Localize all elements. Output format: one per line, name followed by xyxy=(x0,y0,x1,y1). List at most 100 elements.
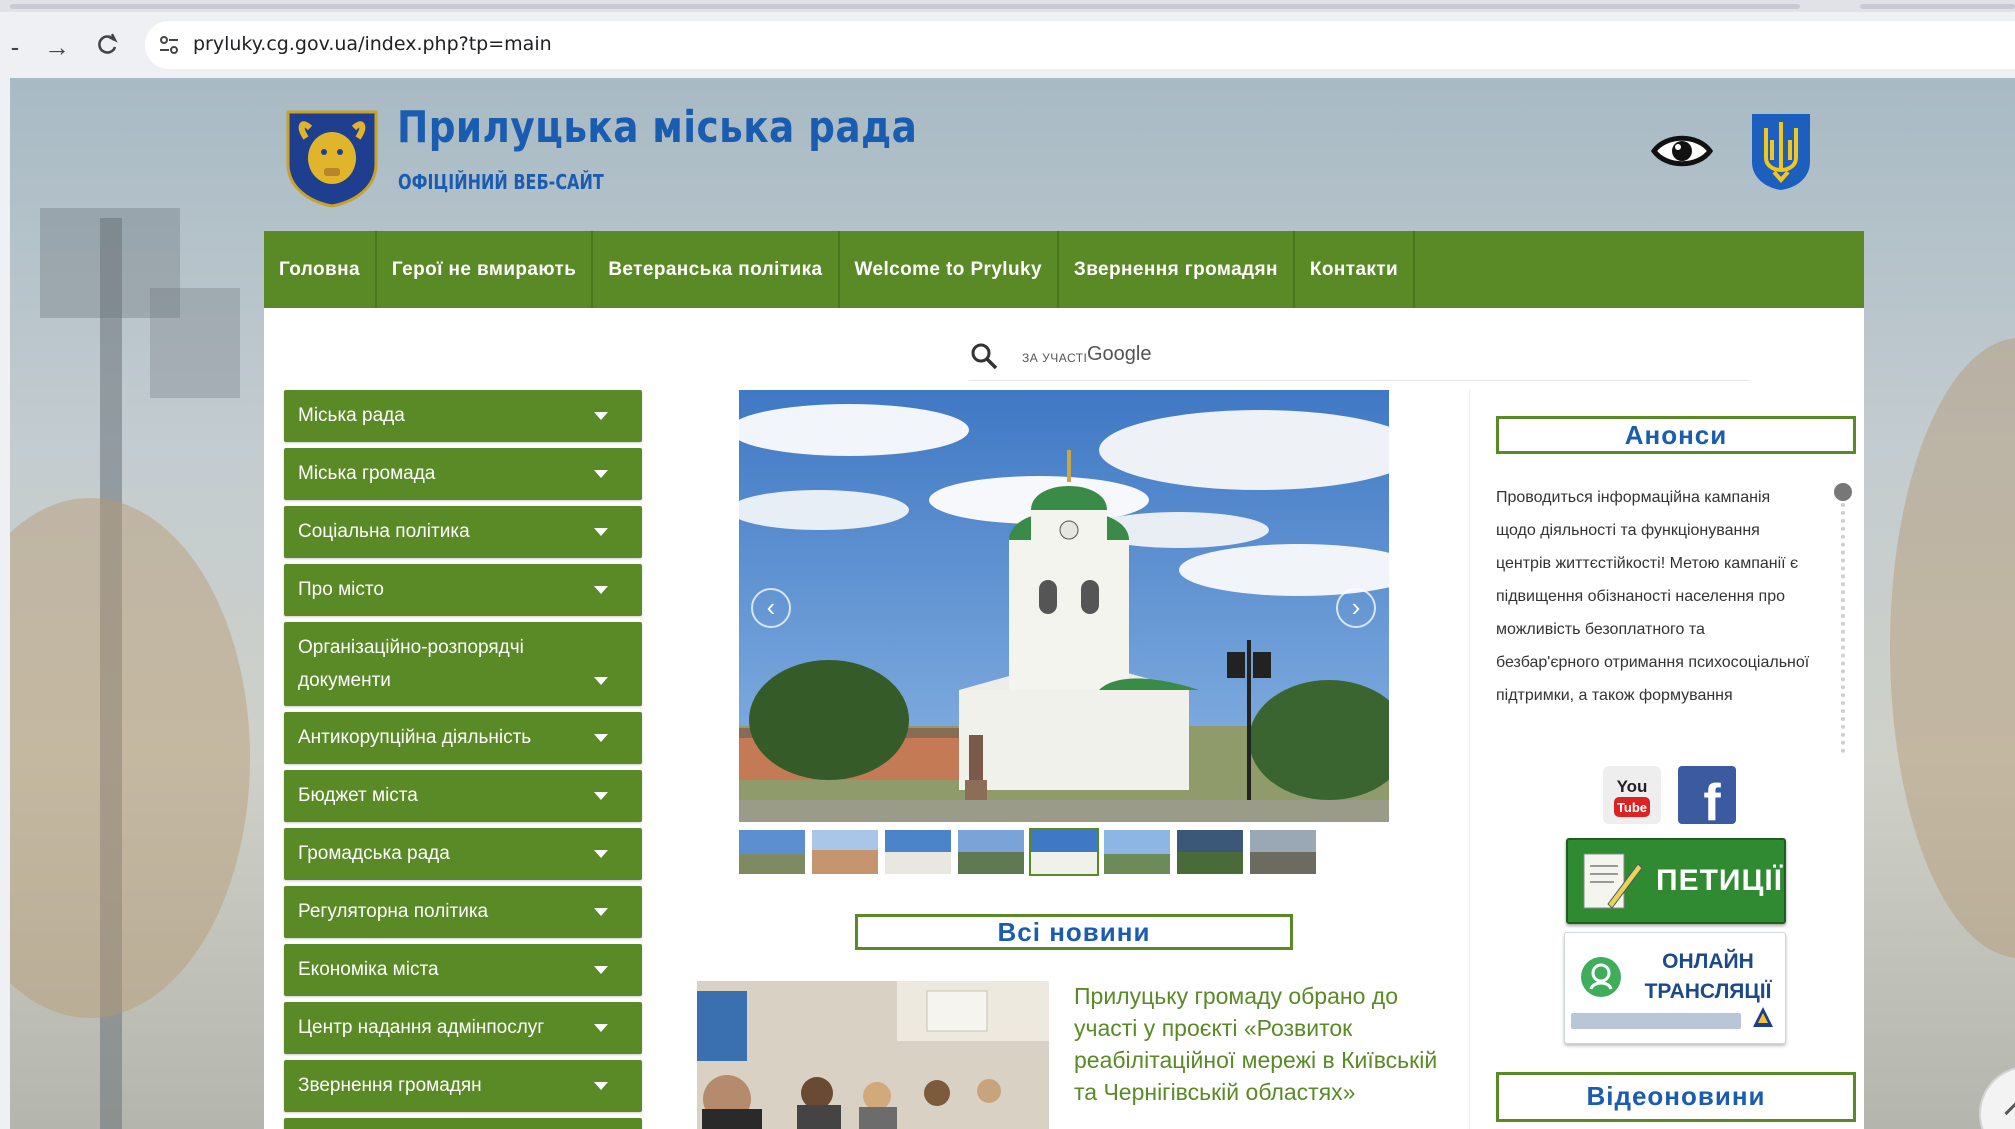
news-photo[interactable] xyxy=(697,981,1049,1129)
caret-down-icon xyxy=(594,412,608,420)
nav-item-welcome[interactable]: Welcome to Pryluky xyxy=(840,231,1059,308)
google-brand: Google xyxy=(1087,343,1152,365)
sidebar-item-public-council[interactable]: Громадська рада xyxy=(284,828,642,880)
caret-down-icon xyxy=(594,734,608,742)
caret-down-icon xyxy=(594,966,608,974)
slider-thumbnail[interactable] xyxy=(1250,830,1316,874)
sidebar-item-label: Антикорупційна діяльність xyxy=(298,727,532,748)
sidebar-item-label: Соціальна політика xyxy=(298,521,470,542)
bg-tree xyxy=(1890,338,2015,958)
tab-bar-secondary xyxy=(1860,4,2015,9)
sidebar-item-social-policy[interactable]: Соціальна політика xyxy=(284,506,642,558)
sidebar-item-economy[interactable]: Економіка міста xyxy=(284,944,642,996)
caret-down-icon xyxy=(594,677,608,685)
slider-thumbnail[interactable] xyxy=(1104,830,1170,874)
browser-tab-strip xyxy=(0,0,2015,12)
announcement-scroller[interactable] xyxy=(1834,483,1852,753)
location-pin-icon xyxy=(1581,957,1621,997)
ukraine-trident-icon[interactable] xyxy=(1748,110,1814,192)
sidebar-item-label: Про місто xyxy=(298,579,384,600)
caret-down-icon xyxy=(594,792,608,800)
slider-thumbnails xyxy=(739,828,1316,876)
search-powered-by: ЗА УЧАСТІ xyxy=(1022,351,1088,365)
caret-down-icon xyxy=(594,850,608,858)
caret-down-icon xyxy=(594,528,608,536)
petition-document-icon xyxy=(1583,853,1643,909)
nav-item-contacts[interactable]: Контакти xyxy=(1295,231,1416,308)
slider-thumbnail[interactable] xyxy=(885,830,951,874)
sidebar-item-admin-services[interactable]: Центр надання адмінпослуг xyxy=(284,1002,642,1054)
search-icon[interactable] xyxy=(969,341,999,371)
sidebar-item-city-council[interactable]: Міська рада xyxy=(284,390,642,442)
browser-toolbar: - → pryluky.cg.gov.ua/index.php?tp=main xyxy=(0,12,2015,78)
scroller-dot[interactable] xyxy=(1834,483,1852,501)
forward-icon[interactable]: → xyxy=(42,32,72,62)
online-broadcast-label: ОНЛАЙН ТРАНСЛЯЦІЇ xyxy=(1644,950,1772,1003)
sidebar-item-label: Регуляторна політика xyxy=(298,901,489,922)
caret-down-icon xyxy=(594,470,608,478)
chevron-up-icon xyxy=(2004,1097,2015,1129)
sidebar-item-label: Громадська рада xyxy=(298,843,450,864)
sidebar-item-community[interactable]: Міська громада xyxy=(284,448,642,500)
sponsor-logo-icon xyxy=(1753,1007,1773,1027)
city-coat-of-arms[interactable] xyxy=(284,108,380,208)
sidebar-item-label: Економіка міста xyxy=(298,959,439,980)
announcement-text[interactable]: Проводиться інформаційна кампанія щодо д… xyxy=(1496,481,1810,743)
slider-next-button[interactable]: › xyxy=(1336,588,1376,628)
sidebar-item-label: Міська громада xyxy=(298,463,436,484)
nav-item-heroes[interactable]: Герої не вмирають xyxy=(377,231,594,308)
youtube-icon[interactable]: You Tube xyxy=(1603,766,1661,824)
accessibility-eye-icon[interactable] xyxy=(1650,128,1714,174)
sidebar-item-regulatory[interactable]: Регуляторна політика xyxy=(284,886,642,938)
sponsor-logos-strip xyxy=(1571,1013,1741,1029)
nav-item-appeals[interactable]: Звернення громадян xyxy=(1059,231,1295,308)
slider-thumbnail[interactable] xyxy=(1177,830,1243,874)
slider-thumbnail[interactable] xyxy=(958,830,1024,874)
youtube-bottom-text: Tube xyxy=(1617,800,1647,815)
bg-tree xyxy=(10,498,250,1018)
caret-down-icon xyxy=(594,1082,608,1090)
page: Прилуцька міська рада ОФІЦІЙНИЙ ВЕБ-САЙТ… xyxy=(10,78,2015,1129)
address-bar[interactable]: pryluky.cg.gov.ua/index.php?tp=main xyxy=(145,21,2015,69)
slider-thumbnail[interactable] xyxy=(739,830,805,874)
image-slider[interactable]: ‹ › xyxy=(739,390,1389,822)
scroll-to-top-button[interactable] xyxy=(1979,1066,2015,1129)
main-nav: Головна Герої не вмирають Ветеранська по… xyxy=(264,231,1864,308)
sidebar-menu: Міська рада Міська громада Соціальна пол… xyxy=(284,390,642,1129)
slider-prev-button[interactable]: ‹ xyxy=(751,588,791,628)
google-search[interactable]: ЗА УЧАСТІ Google xyxy=(969,333,1749,381)
online-broadcast-banner[interactable]: ОНЛАЙН ТРАНСЛЯЦІЇ xyxy=(1564,932,1786,1044)
caret-down-icon xyxy=(594,586,608,594)
sidebar-item-more[interactable] xyxy=(284,1118,642,1129)
petitions-banner[interactable]: ПЕТИЦІЇ xyxy=(1566,838,1786,924)
facebook-icon[interactable]: f xyxy=(1678,766,1736,832)
sidebar-item-label: Організаційно-розпорядчі документи xyxy=(298,637,524,691)
sidebar-item-anticorruption[interactable]: Антикорупційна діяльність xyxy=(284,712,642,764)
site-title[interactable]: Прилуцька міська рада xyxy=(397,102,917,153)
sidebar-item-budget[interactable]: Бюджет міста xyxy=(284,770,642,822)
sidebar-item-about-city[interactable]: Про місто xyxy=(284,564,642,616)
sidebar-item-label: Звернення громадян xyxy=(298,1075,482,1096)
content-area: ЗА УЧАСТІ Google Міська рада Міська гром… xyxy=(264,308,1864,1129)
petitions-label: ПЕТИЦІЇ xyxy=(1656,864,1783,897)
reload-icon[interactable] xyxy=(92,32,122,62)
back-icon[interactable]: - xyxy=(0,32,30,62)
bg-lamp-head xyxy=(150,288,240,398)
nav-item-veterans[interactable]: Ветеранська політика xyxy=(593,231,840,308)
sidebar-item-label: Міська рада xyxy=(298,405,405,426)
caret-down-icon xyxy=(594,908,608,916)
sidebar-item-documents[interactable]: Організаційно-розпорядчі документи xyxy=(284,622,642,706)
slider-thumbnail-active[interactable] xyxy=(1029,828,1099,876)
video-news-heading[interactable]: Відеоновини xyxy=(1496,1072,1856,1122)
column-divider xyxy=(1469,390,1470,1129)
url-text[interactable]: pryluky.cg.gov.ua/index.php?tp=main xyxy=(193,33,552,55)
slider-thumbnail[interactable] xyxy=(812,830,878,874)
slide-church-photo xyxy=(739,390,1389,822)
facebook-letter: f xyxy=(1703,774,1721,824)
sidebar-item-citizen-appeals[interactable]: Звернення громадян xyxy=(284,1060,642,1112)
news-headline-link[interactable]: Прилуцьку громаду обрано до участі у про… xyxy=(1074,980,1444,1108)
site-settings-icon[interactable] xyxy=(155,31,183,59)
nav-item-home[interactable]: Головна xyxy=(264,231,377,308)
sidebar-item-label: Центр надання адмінпослуг xyxy=(298,1017,545,1038)
all-news-heading[interactable]: Всі новини xyxy=(855,914,1293,950)
